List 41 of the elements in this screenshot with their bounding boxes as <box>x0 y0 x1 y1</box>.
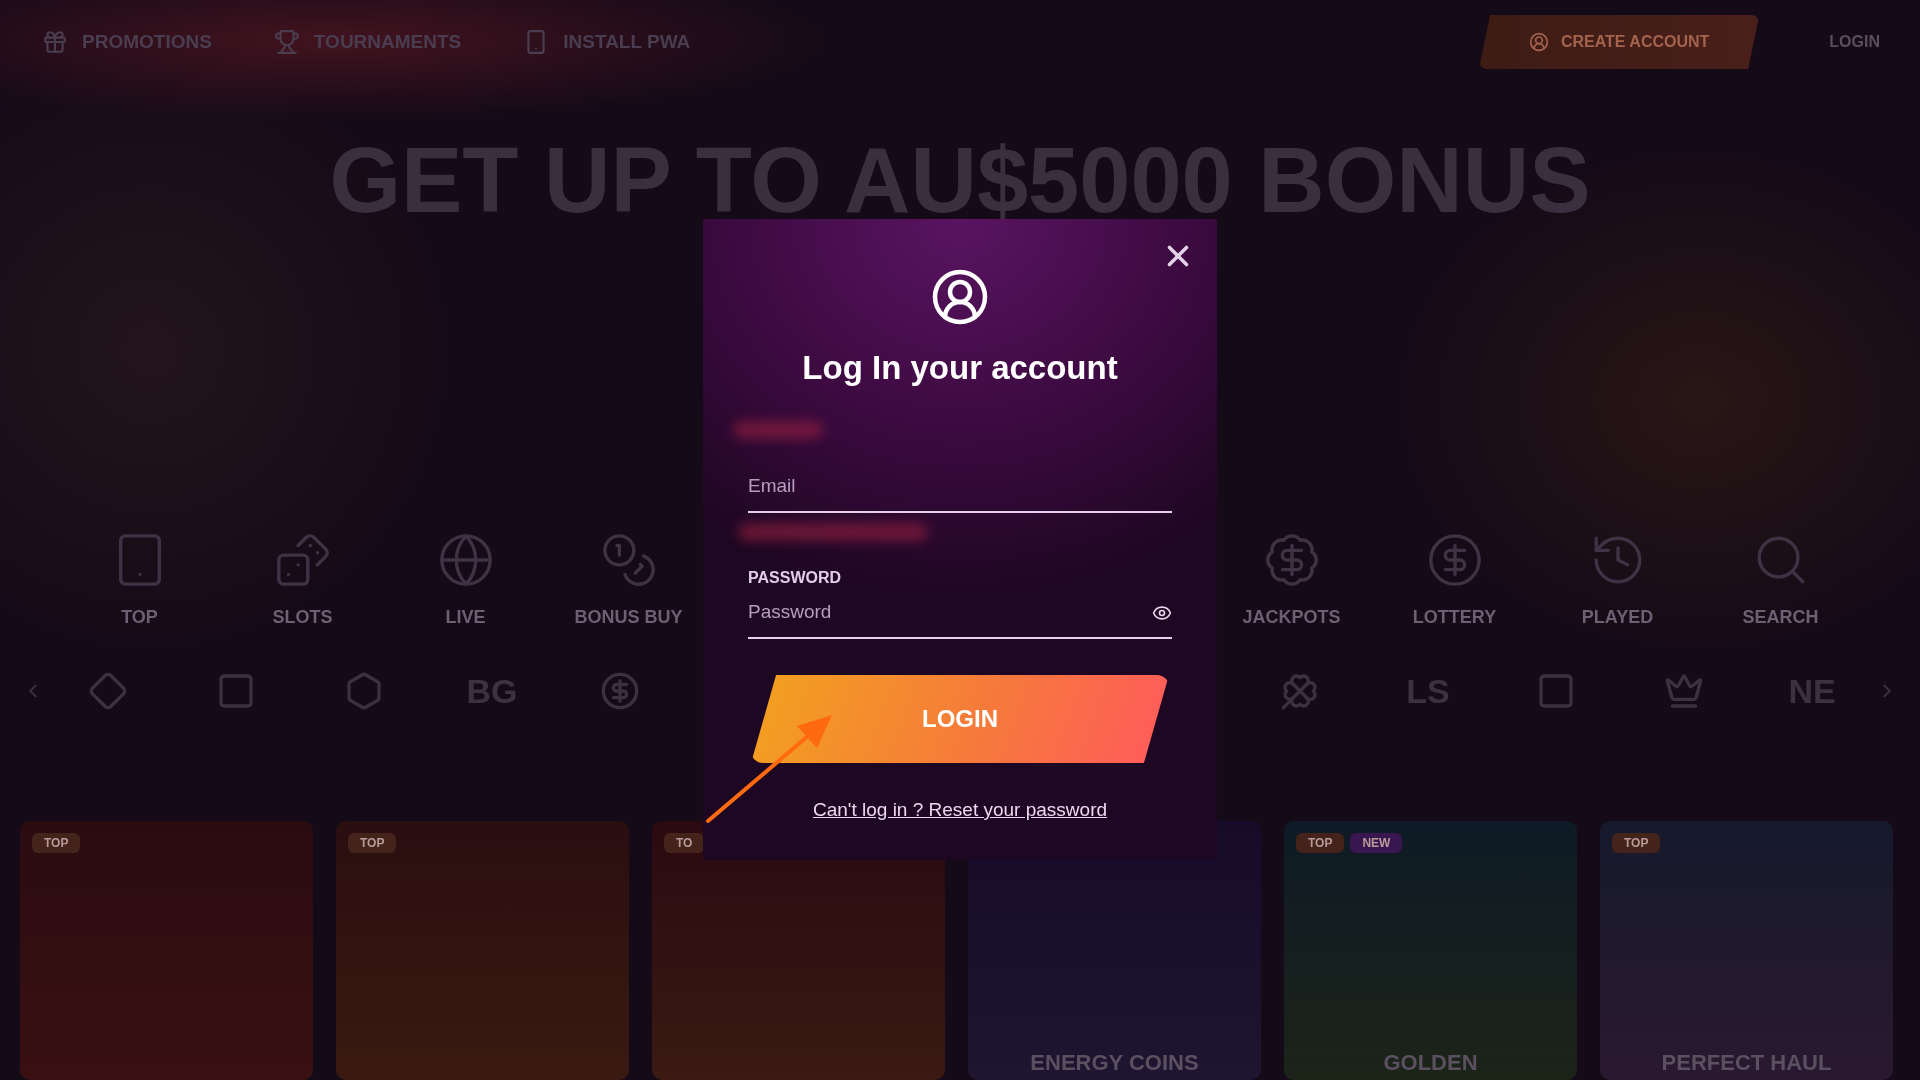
game-card[interactable]: TOP NEW GOLDEN <box>1284 821 1577 1080</box>
category-link[interactable]: SEARCH <box>1699 531 1862 641</box>
game-badge: TOP <box>32 833 81 853</box>
category-link[interactable]: TOP <box>58 531 221 641</box>
password-field[interactable]: Password <box>748 587 1172 639</box>
login-button[interactable]: LOGIN <box>751 675 1169 763</box>
clover-icon[interactable] <box>1280 671 1320 711</box>
game-card[interactable]: TOP <box>20 821 313 1080</box>
email-field[interactable]: Email <box>748 461 1172 513</box>
trophy-icon <box>273 29 300 55</box>
modal-title: Log In your account <box>802 349 1118 387</box>
game-badge: TO <box>664 833 705 853</box>
field-label: PASSWORD <box>748 569 842 587</box>
crown-icon[interactable] <box>1664 671 1704 711</box>
category-link[interactable]: SLOTS <box>221 531 384 641</box>
game-card[interactable]: TOP PERFECT HAUL <box>1600 821 1893 1080</box>
diamond-icon[interactable] <box>88 671 128 711</box>
game-card[interactable]: TOP <box>336 821 629 1080</box>
category-link[interactable]: LOTTERY <box>1373 531 1536 641</box>
category-link[interactable]: JACKPOTS <box>1210 531 1373 641</box>
user-icon <box>1528 32 1549 52</box>
square-icon[interactable] <box>216 671 256 711</box>
gift-icon <box>42 29 68 55</box>
user-icon <box>930 267 990 327</box>
game-badge: TOP <box>1612 833 1661 853</box>
game-badge: TOP <box>1296 833 1345 853</box>
game-title: GOLDEN <box>1383 1050 1478 1076</box>
square-icon[interactable] <box>1536 671 1576 711</box>
category-link[interactable]: PLAYED <box>1536 531 1699 641</box>
circle-icon[interactable] <box>600 671 640 711</box>
game-title: ENERGY COINS <box>1030 1050 1199 1076</box>
create-account-button[interactable]: CREATE ACCOUNT <box>1478 15 1760 69</box>
game-title: PERFECT HAUL <box>1661 1050 1832 1076</box>
category-link[interactable]: LIVE <box>384 531 547 641</box>
eye-icon[interactable] <box>1152 603 1172 623</box>
reset-password-link[interactable]: Can't log in ? Reset your password <box>812 799 1108 821</box>
game-badge: TOP <box>348 833 397 853</box>
login-link[interactable]: LOGIN <box>1829 33 1880 51</box>
game-badge: NEW <box>1350 833 1403 853</box>
category-link[interactable]: BONUS BUY <box>547 531 710 641</box>
hexagon-icon[interactable] <box>344 671 384 711</box>
